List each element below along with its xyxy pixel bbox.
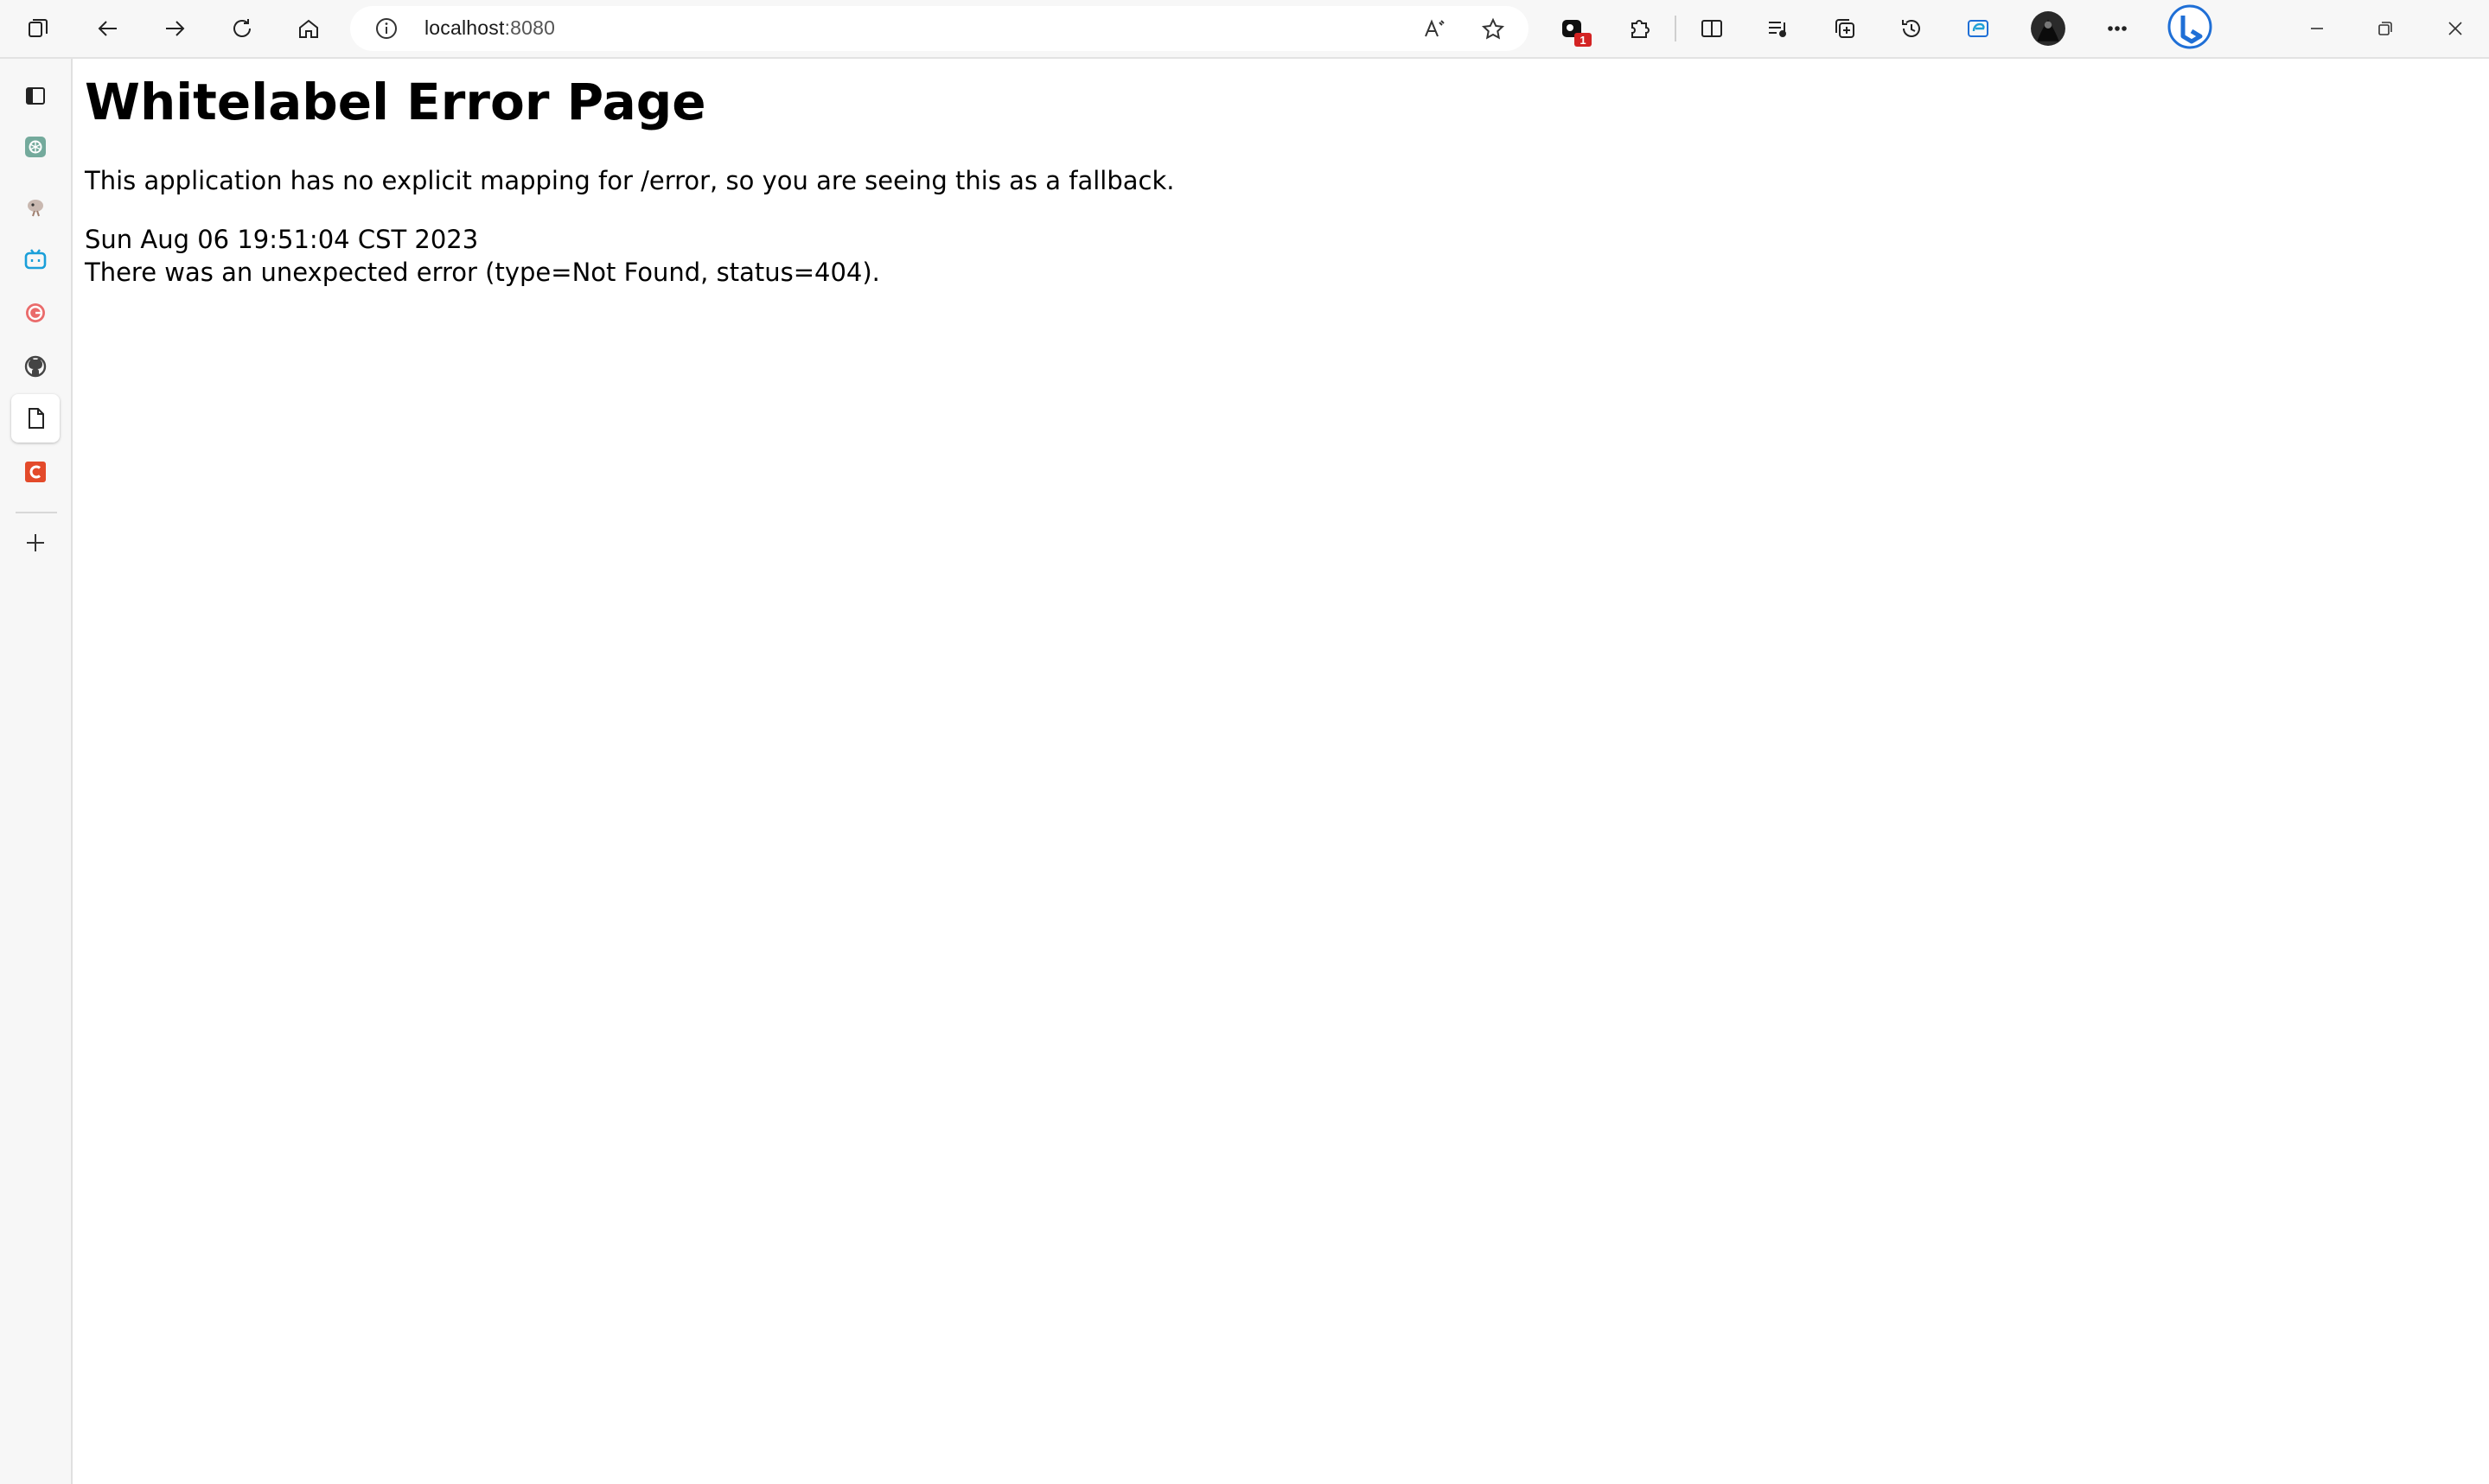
site-info-icon[interactable] bbox=[374, 16, 399, 41]
chatgpt-icon[interactable] bbox=[11, 123, 60, 171]
split-screen-icon[interactable] bbox=[1691, 8, 1733, 49]
extension-badge-icon[interactable]: 1 bbox=[1552, 8, 1593, 49]
favorites-list-icon[interactable] bbox=[1758, 8, 1799, 49]
favorite-star-icon[interactable] bbox=[1478, 15, 1508, 44]
toolbar-divider bbox=[1675, 16, 1676, 41]
address-bar[interactable]: localhost:8080 bbox=[350, 6, 1529, 51]
url-port: :8080 bbox=[504, 16, 556, 39]
bird-icon[interactable] bbox=[11, 183, 60, 232]
profile-avatar-icon[interactable] bbox=[2027, 8, 2069, 49]
red-g-icon[interactable] bbox=[11, 289, 60, 337]
history-icon[interactable] bbox=[1891, 8, 1932, 49]
error-details: Sun Aug 06 19:51:04 CST 2023 There was a… bbox=[85, 223, 880, 289]
browser-toolbar: localhost:8080 1 bbox=[0, 0, 2489, 59]
vertical-tabs-icon[interactable] bbox=[11, 72, 60, 120]
sidebar-divider bbox=[16, 512, 57, 513]
github-icon[interactable] bbox=[11, 342, 60, 391]
restore-window-icon[interactable] bbox=[2365, 9, 2405, 48]
read-aloud-icon[interactable] bbox=[1420, 15, 1449, 44]
forward-arrow-icon[interactable] bbox=[154, 8, 195, 49]
extensions-puzzle-icon[interactable] bbox=[1618, 8, 1660, 49]
bilibili-icon[interactable] bbox=[11, 235, 60, 283]
collections-icon[interactable] bbox=[1824, 8, 1866, 49]
document-icon[interactable] bbox=[11, 394, 60, 443]
minimize-window-icon[interactable] bbox=[2297, 9, 2337, 48]
refresh-icon[interactable] bbox=[221, 8, 263, 49]
more-menu-icon[interactable] bbox=[2097, 8, 2138, 49]
c-app-icon[interactable] bbox=[11, 448, 60, 496]
page-content: Whitelabel Error Page This application h… bbox=[73, 59, 2489, 1484]
bing-copilot-icon[interactable] bbox=[2166, 3, 2214, 52]
close-window-icon[interactable] bbox=[2435, 9, 2475, 48]
error-timestamp: Sun Aug 06 19:51:04 CST 2023 bbox=[85, 225, 479, 254]
browser-sidebar bbox=[0, 59, 73, 1484]
extension-badge-count: 1 bbox=[1574, 33, 1592, 47]
tab-actions-icon[interactable] bbox=[17, 8, 59, 49]
edge-icon[interactable] bbox=[1957, 8, 1999, 49]
url-text[interactable]: localhost:8080 bbox=[424, 16, 555, 40]
url-host: localhost bbox=[424, 16, 505, 39]
add-icon[interactable] bbox=[11, 519, 60, 567]
home-icon[interactable] bbox=[288, 8, 329, 49]
error-message: This application has no explicit mapping… bbox=[85, 166, 1175, 195]
back-arrow-icon[interactable] bbox=[87, 8, 129, 49]
page-title: Whitelabel Error Page bbox=[85, 73, 706, 131]
error-description: There was an unexpected error (type=Not … bbox=[85, 258, 880, 287]
